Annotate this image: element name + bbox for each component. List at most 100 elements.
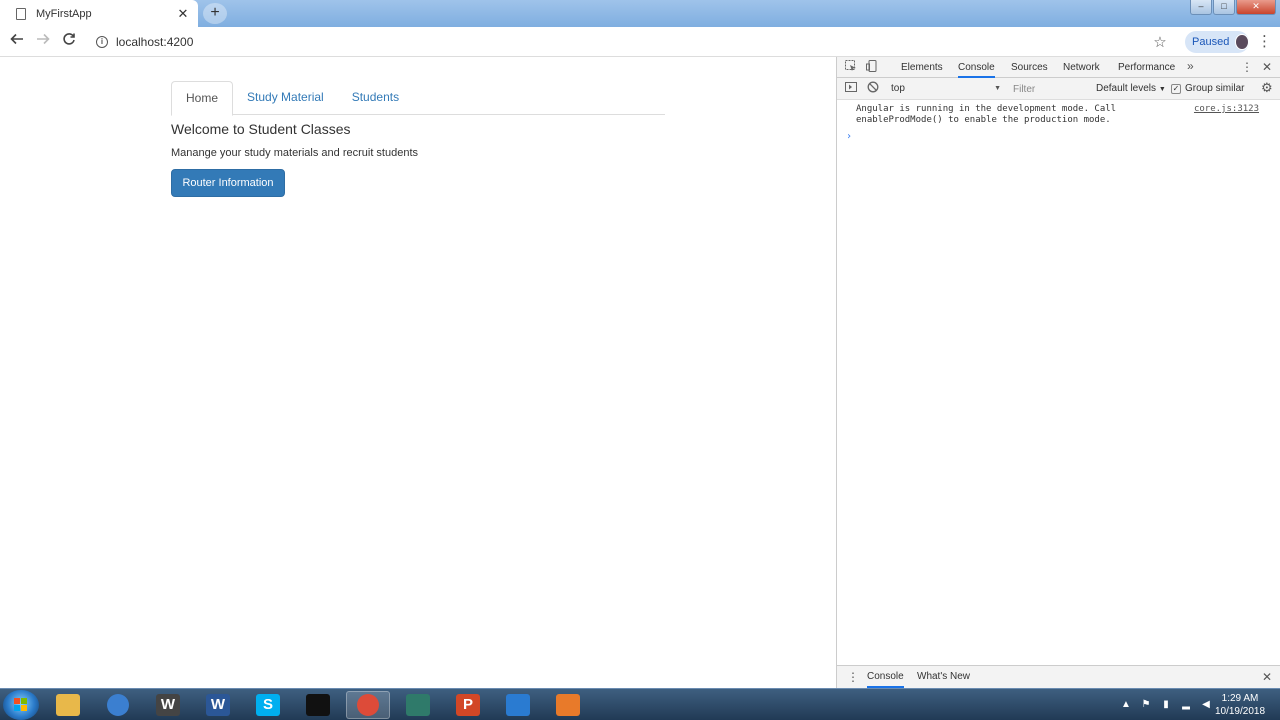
console-source-link[interactable]: core.js:3123	[1194, 104, 1259, 114]
drawer-tab-whats-new[interactable]: What's New	[917, 666, 970, 688]
console-line: Angular is running in the development mo…	[856, 104, 1117, 114]
maximize-button[interactable]: □	[1213, 0, 1235, 15]
taskbar-clock[interactable]: 1:29 AM 10/19/2018	[1210, 692, 1270, 718]
chrome-icon	[357, 694, 379, 716]
close-tab-icon[interactable]: ✕	[176, 6, 190, 21]
console-toolbar: top ▼ Default levels ▼ ✓ Group similar ⚙	[837, 78, 1280, 100]
taskbar-item[interactable]: P	[446, 691, 490, 719]
taskbar: W W S P ▲ ⚑ ▮ ▂ ◀ 1:29 AM 10/19/2018	[0, 688, 1280, 720]
log-levels-label: Default levels	[1096, 83, 1157, 94]
info-icon[interactable]: i	[96, 36, 108, 48]
profile-status: Paused	[1192, 36, 1230, 48]
context-selector[interactable]: top ▼	[891, 81, 1001, 97]
recorder-icon	[556, 694, 580, 716]
tab-title: MyFirstApp	[36, 7, 92, 20]
avatar	[1235, 34, 1249, 50]
new-tab-button[interactable]: +	[203, 3, 227, 24]
devtools-drawer-bar: ⋮ Console What's New ✕	[837, 665, 1280, 688]
network-icon[interactable]: ▂	[1179, 698, 1193, 712]
chrome-icon	[107, 694, 129, 716]
clock-date: 10/19/2018	[1214, 706, 1266, 717]
minimize-button[interactable]: –	[1190, 0, 1212, 15]
drawer-close-icon[interactable]: ✕	[1262, 666, 1272, 688]
taskbar-item[interactable]	[296, 691, 340, 719]
window-controls: – □ ✕	[1189, 0, 1276, 15]
back-button[interactable]	[7, 32, 27, 52]
address-bar[interactable]: i localhost:4200 ☆	[88, 30, 1176, 54]
devtools-tab-performance[interactable]: Performance	[1118, 57, 1175, 78]
gear-icon[interactable]: ⚙	[1261, 80, 1273, 96]
log-levels-dropdown[interactable]: Default levels ▼	[1096, 81, 1166, 97]
taskbar-item[interactable]	[96, 691, 140, 719]
device-toolbar-icon[interactable]	[865, 60, 879, 74]
taskbar-item[interactable]	[546, 691, 590, 719]
back-arrow-icon	[10, 33, 23, 45]
show-hidden-icons-icon[interactable]: ▲	[1119, 698, 1133, 712]
url-text[interactable]: localhost:4200	[116, 35, 1152, 49]
taskbar-item[interactable]	[346, 691, 390, 719]
forward-arrow-icon	[37, 33, 50, 45]
clear-console-icon[interactable]	[866, 81, 880, 95]
writer-icon: W	[156, 694, 180, 716]
devtools-tab-bar: Elements Console Sources Network Perform…	[837, 57, 1280, 78]
drawer-tab-console[interactable]: Console	[867, 666, 904, 688]
word-icon: W	[206, 694, 230, 716]
console-prompt-icon[interactable]: ›	[846, 131, 852, 142]
close-window-button[interactable]: ✕	[1236, 0, 1276, 15]
console-line: enableProdMode() to enable the productio…	[856, 115, 1111, 125]
router-information-button[interactable]: Router Information	[171, 169, 285, 197]
devtools-close-icon[interactable]: ✕	[1262, 57, 1272, 78]
tab-students[interactable]: Students	[338, 81, 413, 115]
browser-tab[interactable]: MyFirstApp ✕	[0, 0, 198, 27]
devtools-tab-network[interactable]: Network	[1063, 57, 1100, 78]
browser-tab-strip: MyFirstApp ✕ + – □ ✕	[0, 0, 1280, 27]
group-similar-label: Group similar	[1185, 83, 1245, 94]
devtools-tab-elements[interactable]: Elements	[901, 57, 943, 78]
browser-toolbar: i localhost:4200 ☆ Paused ⋮	[0, 27, 1280, 57]
taskbar-item[interactable]: W	[146, 691, 190, 719]
devtools-tab-sources[interactable]: Sources	[1011, 57, 1048, 78]
devtools-menu-icon[interactable]: ⋮	[1241, 57, 1253, 78]
taskbar-item[interactable]: S	[246, 691, 290, 719]
forward-button[interactable]	[33, 32, 53, 52]
context-value: top	[891, 83, 905, 94]
terminal-icon	[306, 694, 330, 716]
group-similar-checkbox[interactable]: ✓	[1171, 84, 1181, 94]
vscode-icon	[506, 694, 530, 716]
taskbar-item[interactable]: W	[196, 691, 240, 719]
caret-down-icon: ▼	[1158, 86, 1166, 93]
system-tray: ▲ ⚑ ▮ ▂ ◀	[1116, 689, 1216, 720]
devtools-tab-console[interactable]: Console	[958, 57, 995, 78]
inspect-element-icon[interactable]	[844, 60, 858, 74]
start-button[interactable]	[3, 690, 39, 720]
clock-time: 1:29 AM	[1221, 693, 1259, 704]
tab-study-material[interactable]: Study Material	[233, 81, 338, 115]
taskbar-item[interactable]	[396, 691, 440, 719]
bookmark-star-icon[interactable]: ☆	[1152, 33, 1168, 51]
caret-down-icon: ▼	[994, 85, 1001, 92]
taskbar-item[interactable]	[46, 691, 90, 719]
browser-menu-icon[interactable]: ⋮	[1257, 33, 1272, 51]
page-icon	[16, 7, 26, 20]
sidebar-toggle-icon[interactable]	[844, 81, 858, 95]
window-icon	[406, 694, 430, 716]
profile-button[interactable]: Paused	[1185, 31, 1249, 53]
tab-home[interactable]: Home	[171, 81, 234, 116]
page-description: Manange your study materials and recruit…	[171, 147, 419, 159]
page-title: Welcome to Student Classes	[171, 121, 351, 137]
console-message: Angular is running in the development mo…	[837, 101, 1280, 129]
action-center-flag-icon[interactable]: ⚑	[1139, 698, 1153, 712]
file-explorer-icon	[56, 694, 80, 716]
windows-logo-icon	[14, 698, 28, 712]
powerpoint-icon: P	[456, 694, 480, 716]
taskbar-item[interactable]	[496, 691, 540, 719]
console-message-text: Angular is running in the development mo…	[856, 104, 1156, 126]
console-filter-input[interactable]	[1009, 81, 1087, 97]
skype-icon: S	[256, 694, 280, 716]
page-viewport: Home Study Material Students Welcome to …	[0, 57, 836, 688]
battery-icon[interactable]: ▮	[1159, 698, 1173, 712]
more-tabs-icon[interactable]: »	[1187, 57, 1194, 78]
drawer-menu-icon[interactable]: ⋮	[847, 666, 859, 688]
reload-icon	[63, 33, 75, 45]
reload-button[interactable]	[59, 32, 79, 52]
